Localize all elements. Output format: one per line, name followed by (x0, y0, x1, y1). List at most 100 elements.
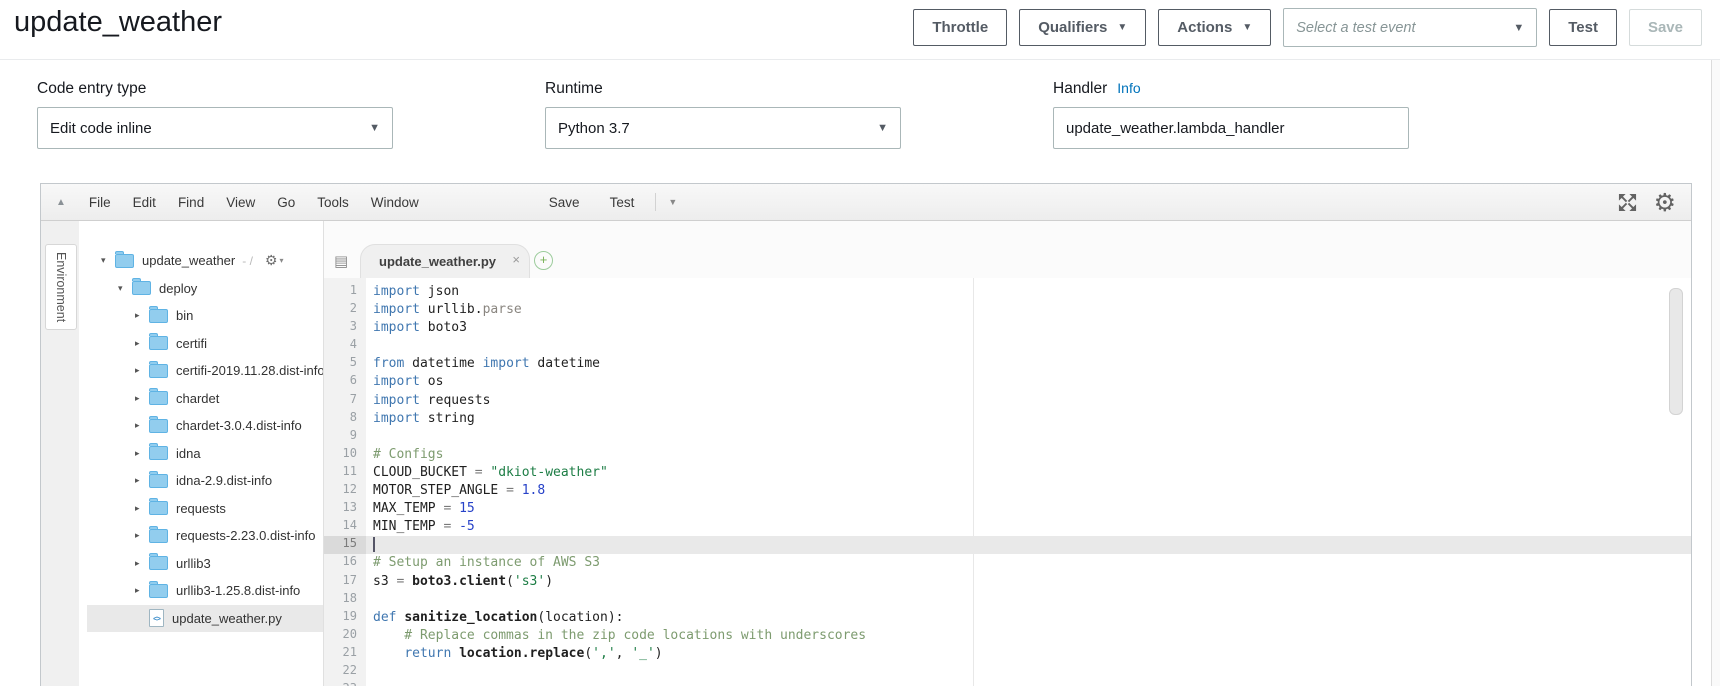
tab-close-icon[interactable]: × (512, 253, 520, 266)
menu-window[interactable]: Window (360, 195, 430, 210)
tree-collapsed-arrow-icon[interactable]: ▸ (135, 310, 149, 321)
code-line[interactable]: s3 = boto3.client('s3') (366, 573, 1691, 591)
tree-item-chardet-3-0-4-dist-info[interactable]: ▸chardet-3.0.4.dist-info (87, 412, 323, 440)
editor-scrollbar-thumb[interactable] (1669, 288, 1683, 415)
menu-tools[interactable]: Tools (306, 195, 360, 210)
code-line[interactable]: MOTOR_STEP_ANGLE = 1.8 (366, 482, 1691, 500)
line-number[interactable]: 10 (324, 446, 366, 464)
code-line[interactable]: MAX_TEMP = 15 (366, 500, 1691, 518)
line-number[interactable]: 16 (324, 554, 366, 572)
menu-view[interactable]: View (215, 195, 266, 210)
code-line[interactable]: # Replace commas in the zip code locatio… (366, 627, 1691, 645)
code-line[interactable]: from datetime import datetime (366, 355, 1691, 373)
tree-settings-gear-icon[interactable]: ⚙ (265, 253, 278, 269)
tree-item-idna[interactable]: ▸idna (87, 440, 323, 468)
environment-tab[interactable]: Environment (45, 244, 77, 330)
line-number[interactable]: 20 (324, 627, 366, 645)
code-area[interactable]: 1234567891011121314151617181920212223 im… (324, 278, 1691, 686)
code-line[interactable] (366, 536, 1691, 554)
line-number[interactable]: 1 (324, 283, 366, 301)
line-number[interactable]: 7 (324, 392, 366, 410)
tree-item-update-weather-py[interactable]: <>update_weather.py (87, 605, 323, 633)
line-number[interactable]: 15 (324, 536, 366, 554)
line-number[interactable]: 11 (324, 464, 366, 482)
code-line[interactable]: # Setup an instance of AWS S3 (366, 554, 1691, 572)
code-line[interactable]: import urllib.parse (366, 301, 1691, 319)
menu-test[interactable]: Test (599, 195, 646, 210)
tree-collapsed-arrow-icon[interactable]: ▸ (135, 420, 149, 431)
menu-file[interactable]: File (78, 195, 122, 210)
tree-item-update-weather[interactable]: ▾update_weather- /⚙▾ (87, 247, 323, 275)
tree-item-urllib3[interactable]: ▸urllib3 (87, 550, 323, 578)
line-number[interactable]: 18 (324, 591, 366, 609)
line-number[interactable]: 19 (324, 609, 366, 627)
tree-collapsed-arrow-icon[interactable]: ▸ (135, 558, 149, 569)
code-line[interactable]: import requests (366, 392, 1691, 410)
tree-expanded-arrow-icon[interactable]: ▾ (118, 283, 132, 294)
line-number[interactable]: 21 (324, 645, 366, 663)
tree-item-requests-2-23-0-dist-info[interactable]: ▸requests-2.23.0.dist-info (87, 522, 323, 550)
tree-item-certifi[interactable]: ▸certifi (87, 330, 323, 358)
line-number[interactable]: 5 (324, 355, 366, 373)
code-line[interactable]: import json (366, 283, 1691, 301)
tree-item-requests[interactable]: ▸requests (87, 495, 323, 523)
open-files-list-icon[interactable]: ▤ (334, 254, 348, 269)
code-line[interactable]: return location.replace(',', '_') (366, 645, 1691, 663)
menu-find[interactable]: Find (167, 195, 215, 210)
line-number-gutter[interactable]: 1234567891011121314151617181920212223 (324, 278, 366, 686)
runtime-select[interactable]: Python 3.7 ▼ (545, 107, 901, 149)
tree-item-idna-2-9-dist-info[interactable]: ▸idna-2.9.dist-info (87, 467, 323, 495)
code-line[interactable]: import boto3 (366, 319, 1691, 337)
code-lines[interactable]: import jsonimport urllib.parseimport bot… (366, 278, 1691, 686)
code-line[interactable] (366, 591, 1691, 609)
throttle-button[interactable]: Throttle (913, 9, 1007, 46)
tree-collapsed-arrow-icon[interactable]: ▸ (135, 393, 149, 404)
line-number[interactable]: 9 (324, 428, 366, 446)
tree-collapsed-arrow-icon[interactable]: ▸ (135, 503, 149, 514)
handler-info-link[interactable]: Info (1117, 80, 1140, 96)
code-line[interactable]: # Configs (366, 446, 1691, 464)
code-line[interactable] (366, 663, 1691, 681)
collapse-editor-icon[interactable]: ▲ (56, 197, 66, 208)
code-line[interactable]: import string (366, 410, 1691, 428)
tree-item-chardet[interactable]: ▸chardet (87, 385, 323, 413)
line-number[interactable]: 17 (324, 573, 366, 591)
new-tab-plus-icon[interactable]: + (534, 251, 553, 270)
tree-item-bin[interactable]: ▸bin (87, 302, 323, 330)
line-number[interactable]: 2 (324, 301, 366, 319)
page-scrollbar[interactable] (1711, 60, 1720, 686)
code-line[interactable] (366, 681, 1691, 686)
line-number[interactable]: 23 (324, 681, 366, 686)
code-line[interactable]: MIN_TEMP = -5 (366, 518, 1691, 536)
run-options-caret-icon[interactable]: ▼ (662, 197, 683, 207)
line-number[interactable]: 3 (324, 319, 366, 337)
menu-save[interactable]: Save (538, 195, 591, 210)
line-number[interactable]: 14 (324, 518, 366, 536)
line-number[interactable]: 22 (324, 663, 366, 681)
tab-update-weather-py[interactable]: update_weather.py × (360, 244, 530, 278)
code-entry-select[interactable]: Edit code inline ▼ (37, 107, 393, 149)
actions-button[interactable]: Actions ▼ (1158, 9, 1271, 46)
tree-expanded-arrow-icon[interactable]: ▾ (101, 255, 115, 266)
menu-go[interactable]: Go (266, 195, 306, 210)
line-number[interactable]: 8 (324, 410, 366, 428)
tree-item-urllib3-1-25-8-dist-info[interactable]: ▸urllib3-1.25.8.dist-info (87, 577, 323, 605)
tree-collapsed-arrow-icon[interactable]: ▸ (135, 338, 149, 349)
save-button[interactable]: Save (1629, 9, 1702, 46)
code-line[interactable] (366, 337, 1691, 355)
line-number[interactable]: 12 (324, 482, 366, 500)
settings-gear-icon[interactable]: ⚙ (1654, 193, 1676, 212)
line-number[interactable]: 4 (324, 337, 366, 355)
tree-collapsed-arrow-icon[interactable]: ▸ (135, 530, 149, 541)
tree-settings-caret-icon[interactable]: ▾ (279, 256, 283, 265)
fullscreen-icon[interactable] (1618, 193, 1637, 212)
tree-item-deploy[interactable]: ▾deploy (87, 275, 323, 303)
line-number[interactable]: 13 (324, 500, 366, 518)
tree-collapsed-arrow-icon[interactable]: ▸ (135, 365, 149, 376)
test-button[interactable]: Test (1549, 9, 1617, 46)
code-line[interactable]: def sanitize_location(location): (366, 609, 1691, 627)
code-line[interactable]: import os (366, 373, 1691, 391)
qualifiers-button[interactable]: Qualifiers ▼ (1019, 9, 1146, 46)
line-number[interactable]: 6 (324, 373, 366, 391)
code-line[interactable]: CLOUD_BUCKET = "dkiot-weather" (366, 464, 1691, 482)
